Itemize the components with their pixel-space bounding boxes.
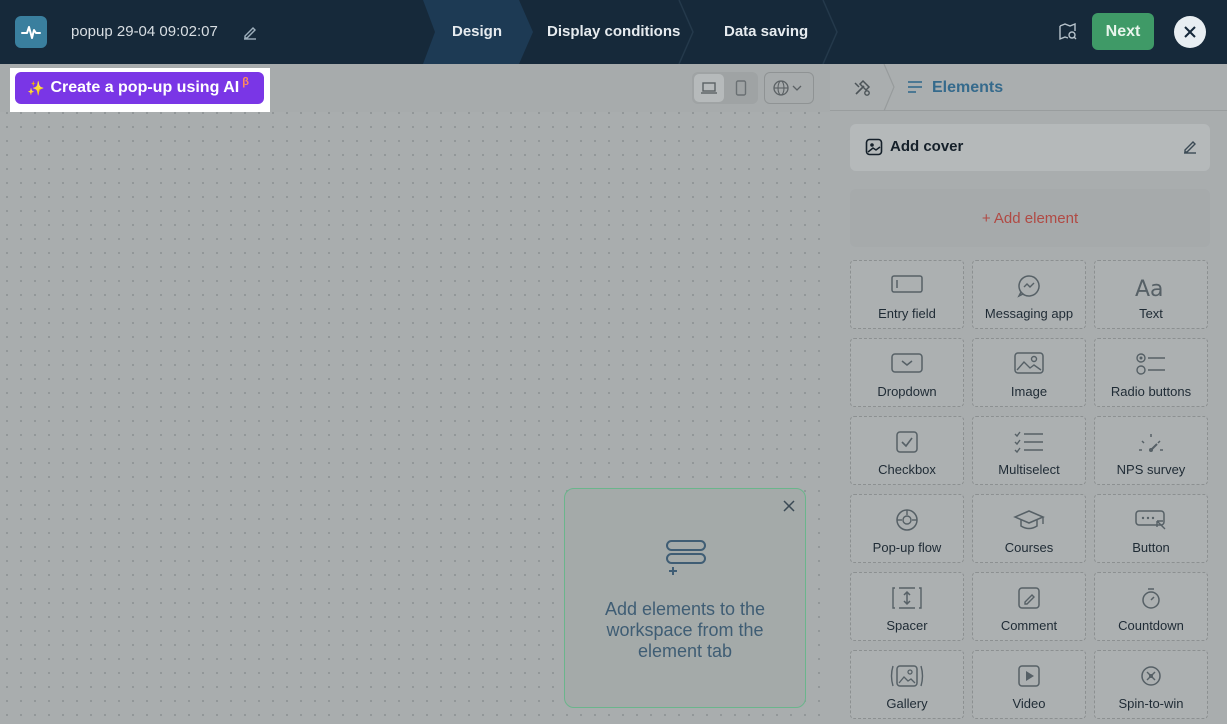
dropdown-icon — [851, 352, 963, 374]
courses-icon — [973, 508, 1085, 532]
cover-image-icon — [865, 138, 883, 161]
add-cover-label: Add cover — [890, 138, 964, 155]
spin-to-win-icon — [1095, 664, 1207, 688]
canvas-toolbar: ✨ Create a pop-up using AI β — [0, 64, 830, 112]
tile-entry-field[interactable]: Entry field — [850, 260, 964, 329]
tile-image[interactable]: Image — [972, 338, 1086, 407]
popup-flow-icon — [851, 508, 963, 532]
tile-multiselect[interactable]: Multiselect — [972, 416, 1086, 485]
tile-gallery[interactable]: Gallery — [850, 650, 964, 719]
elements-list-icon — [907, 80, 923, 99]
tile-popup-flow[interactable]: Pop-up flow — [850, 494, 964, 563]
tile-countdown[interactable]: Countdown — [1094, 572, 1208, 641]
desktop-view-icon[interactable] — [694, 74, 724, 102]
mobile-view-icon[interactable] — [726, 74, 756, 102]
video-icon — [973, 664, 1085, 688]
panel-title[interactable]: Elements — [932, 79, 1003, 97]
tile-messaging-app[interactable]: Messaging app — [972, 260, 1086, 329]
add-element-button[interactable]: + Add element — [850, 189, 1210, 247]
next-button[interactable]: Next — [1092, 13, 1154, 50]
checkbox-icon — [851, 430, 963, 454]
tile-nps-survey[interactable]: NPS survey — [1094, 416, 1208, 485]
elements-panel: Elements Add cover + Add element Entry f… — [830, 64, 1227, 724]
tab-display-conditions[interactable]: Display conditions — [547, 23, 680, 40]
text-icon: Aa — [1095, 274, 1207, 300]
tile-text[interactable]: Aa Text — [1094, 260, 1208, 329]
nps-survey-icon — [1095, 430, 1207, 454]
add-elements-icon — [665, 539, 707, 582]
button-icon — [1095, 508, 1207, 532]
countdown-icon — [1095, 586, 1207, 610]
preview-map-icon[interactable] — [1058, 22, 1078, 46]
ai-button-highlight: ✨ Create a pop-up using AI β — [10, 68, 270, 112]
step-navigation: Design Display conditions Data saving — [423, 0, 843, 64]
tile-button[interactable]: Button — [1094, 494, 1208, 563]
spacer-icon — [851, 586, 963, 610]
sparkle-icon: ✨ — [27, 79, 45, 96]
gallery-icon — [851, 664, 963, 688]
ai-button-label: Create a pop-up using AI — [50, 79, 240, 96]
tab-design[interactable]: Design — [452, 23, 502, 40]
tools-icon[interactable] — [852, 78, 872, 103]
tile-courses[interactable]: Courses — [972, 494, 1086, 563]
svg-text:Aa: Aa — [1135, 277, 1164, 300]
close-editor-icon[interactable] — [1174, 16, 1206, 48]
entry-field-icon — [851, 274, 963, 294]
hint-message: Add elements to the workspace from the e… — [604, 599, 766, 661]
edit-name-pencil-icon[interactable] — [242, 24, 258, 45]
tile-video[interactable]: Video — [972, 650, 1086, 719]
language-select[interactable] — [764, 72, 814, 104]
radio-buttons-icon — [1095, 352, 1207, 376]
panel-header: Elements — [830, 64, 1227, 111]
tile-dropdown[interactable]: Dropdown — [850, 338, 964, 407]
top-bar: popup 29-04 09:02:07 Design Display cond… — [0, 0, 1227, 64]
add-elements-hint: Add elements to the workspace from the e… — [564, 488, 806, 708]
app-logo-icon[interactable] — [15, 16, 47, 48]
create-popup-ai-button[interactable]: ✨ Create a pop-up using AI β — [15, 72, 264, 104]
workspace-canvas[interactable]: ✨ Create a pop-up using AI β Add element… — [0, 64, 830, 724]
tab-data-saving[interactable]: Data saving — [724, 23, 808, 40]
add-cover-card[interactable]: Add cover — [850, 124, 1210, 171]
beta-badge: β — [242, 76, 249, 88]
tile-spin-to-win[interactable]: Spin-to-win — [1094, 650, 1208, 719]
close-hint-icon[interactable] — [783, 499, 795, 517]
image-icon — [973, 352, 1085, 374]
comment-icon — [973, 586, 1085, 610]
edit-cover-pencil-icon[interactable] — [1182, 138, 1198, 159]
tile-spacer[interactable]: Spacer — [850, 572, 964, 641]
multiselect-icon — [973, 430, 1085, 454]
device-switcher — [692, 72, 758, 104]
messaging-app-icon — [973, 274, 1085, 298]
tile-checkbox[interactable]: Checkbox — [850, 416, 964, 485]
popup-name: popup 29-04 09:02:07 — [71, 23, 218, 40]
tile-radio-buttons[interactable]: Radio buttons — [1094, 338, 1208, 407]
tile-comment[interactable]: Comment — [972, 572, 1086, 641]
